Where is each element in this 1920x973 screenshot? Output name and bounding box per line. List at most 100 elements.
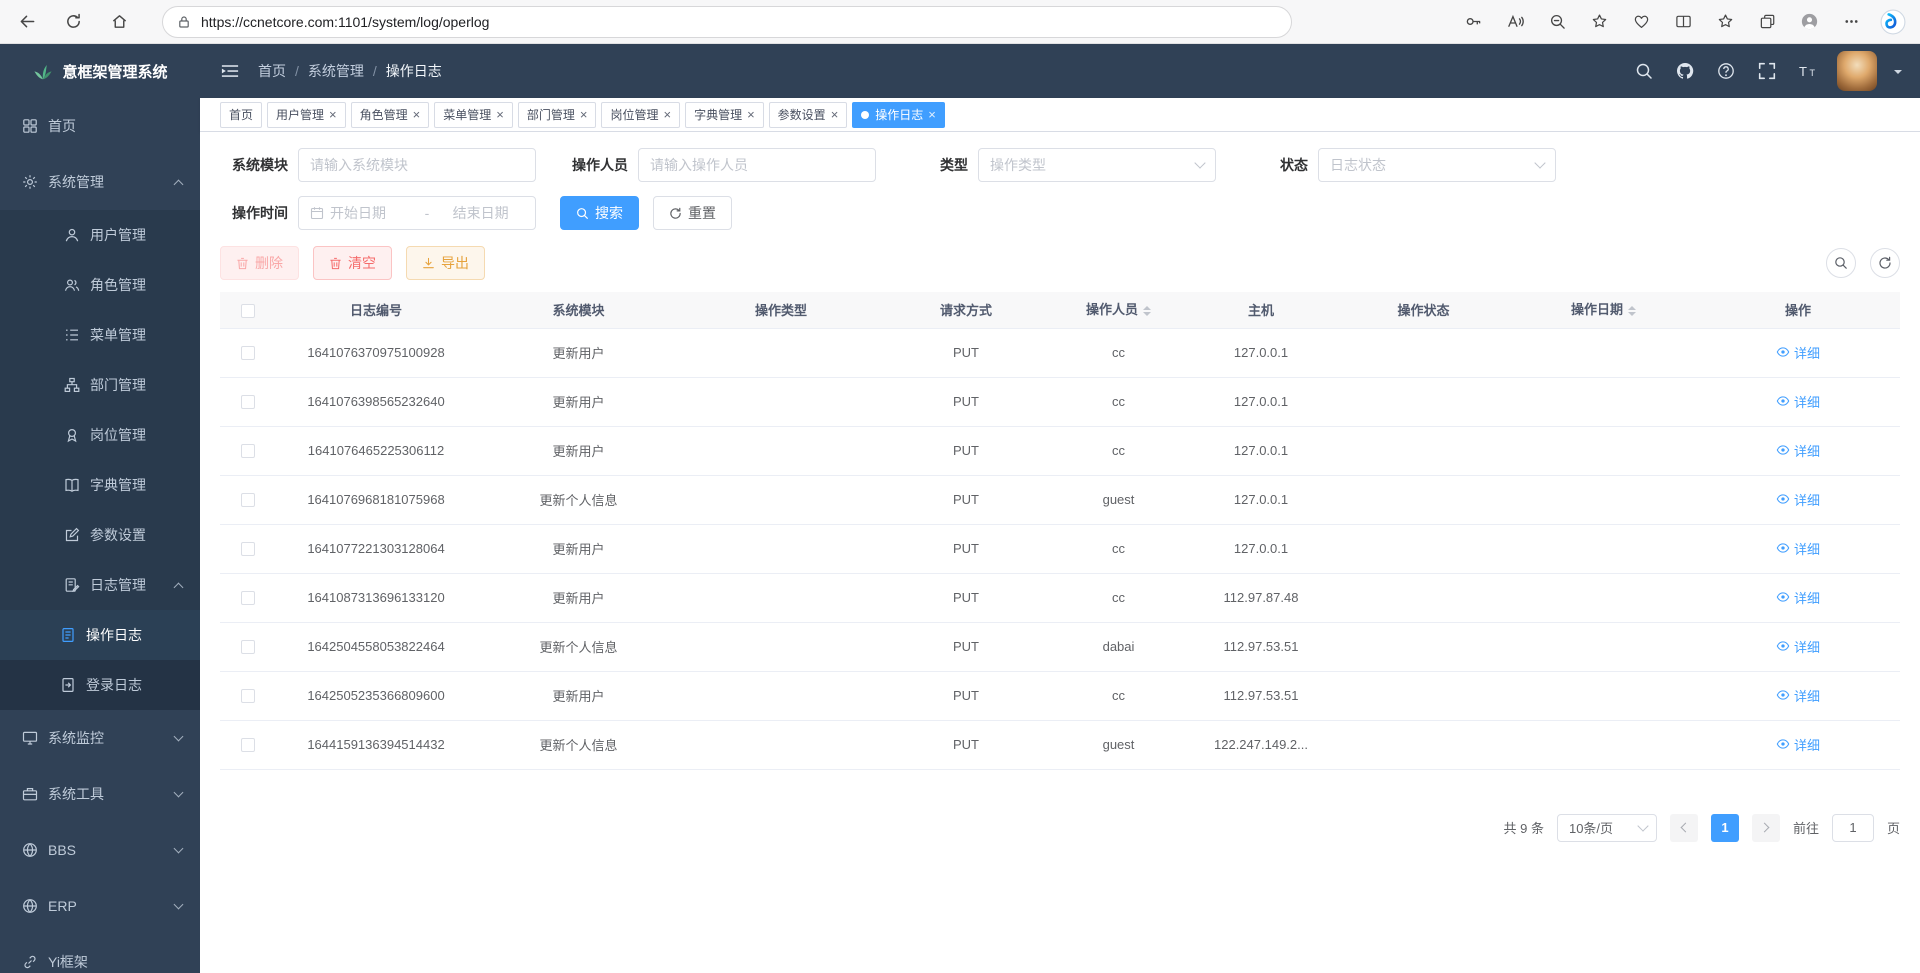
- tab-首页[interactable]: 首页: [220, 102, 262, 128]
- row-checkbox[interactable]: [241, 738, 255, 752]
- date-range-picker[interactable]: 开始日期 - 结束日期: [298, 196, 536, 230]
- browser-profile-icon[interactable]: [1796, 9, 1822, 35]
- sidebar-item-dict[interactable]: 字典管理: [0, 460, 200, 510]
- search-button[interactable]: 搜索: [560, 196, 639, 230]
- sidebar-item-yiframe[interactable]: Yi框架: [0, 934, 200, 973]
- select-all-checkbox[interactable]: [241, 304, 255, 318]
- operator-input[interactable]: [638, 148, 876, 182]
- detail-link[interactable]: 详细: [1776, 539, 1820, 558]
- github-icon[interactable]: [1673, 59, 1697, 83]
- sort-carets-icon[interactable]: [1628, 302, 1636, 320]
- password-key-icon[interactable]: [1460, 9, 1486, 35]
- help-icon[interactable]: [1714, 59, 1738, 83]
- detail-link[interactable]: 详细: [1776, 637, 1820, 656]
- avatar-caret-icon[interactable]: [1894, 70, 1902, 78]
- tab-close-icon[interactable]: ×: [496, 108, 504, 121]
- sidebar-item-user[interactable]: 用户管理: [0, 210, 200, 260]
- row-checkbox[interactable]: [241, 444, 255, 458]
- col-date[interactable]: 操作日期: [1511, 292, 1696, 328]
- reset-button[interactable]: 重置: [653, 196, 732, 230]
- sort-carets-icon[interactable]: [1143, 302, 1151, 320]
- detail-link[interactable]: 详细: [1776, 441, 1820, 460]
- sidebar-item-bbs[interactable]: BBS: [0, 822, 200, 878]
- tab-部门管理[interactable]: 部门管理×: [518, 102, 597, 128]
- split-screen-icon[interactable]: [1670, 9, 1696, 35]
- row-checkbox[interactable]: [241, 542, 255, 556]
- detail-link[interactable]: 详细: [1776, 588, 1820, 607]
- header-search-icon[interactable]: [1632, 59, 1656, 83]
- row-checkbox[interactable]: [241, 493, 255, 507]
- row-checkbox[interactable]: [241, 640, 255, 654]
- browser-menu-icon[interactable]: [1838, 9, 1864, 35]
- browser-home-icon[interactable]: [102, 5, 136, 39]
- favorites-icon[interactable]: [1712, 9, 1738, 35]
- browser-essentials-icon[interactable]: [1628, 9, 1654, 35]
- sidebar-item-loginlog[interactable]: 登录日志: [0, 660, 200, 710]
- sidebar-item-log[interactable]: 日志管理: [0, 560, 200, 610]
- sidebar-item-operlog[interactable]: 操作日志: [0, 610, 200, 660]
- sidebar-item-system[interactable]: 系统管理: [0, 154, 200, 210]
- sidebar-item-erp[interactable]: ERP: [0, 878, 200, 934]
- sidebar-item-dept[interactable]: 部门管理: [0, 360, 200, 410]
- tab-close-icon[interactable]: ×: [831, 108, 839, 121]
- table-refresh-icon[interactable]: [1870, 248, 1900, 278]
- page-size-select[interactable]: 10条/页: [1557, 814, 1657, 842]
- delete-button[interactable]: 删除: [220, 246, 299, 280]
- detail-link[interactable]: 详细: [1776, 735, 1820, 754]
- font-size-icon[interactable]: TT: [1796, 59, 1820, 83]
- tab-岗位管理[interactable]: 岗位管理×: [601, 102, 680, 128]
- tab-close-icon[interactable]: ×: [663, 108, 671, 121]
- sidebar-item-menu[interactable]: 菜单管理: [0, 310, 200, 360]
- page-1-button[interactable]: 1: [1711, 814, 1739, 842]
- detail-link[interactable]: 详细: [1776, 392, 1820, 411]
- add-favorite-icon[interactable]: [1586, 9, 1612, 35]
- breadcrumb-home[interactable]: 首页: [258, 61, 286, 81]
- user-avatar[interactable]: [1837, 51, 1877, 91]
- row-checkbox[interactable]: [241, 591, 255, 605]
- address-bar[interactable]: https://ccnetcore.com:1101/system/log/op…: [162, 6, 1292, 38]
- tab-菜单管理[interactable]: 菜单管理×: [434, 102, 513, 128]
- clear-button[interactable]: 清空: [313, 246, 392, 280]
- sidebar-item-home[interactable]: 首页: [0, 98, 200, 154]
- tab-close-icon[interactable]: ×: [329, 108, 337, 121]
- row-checkbox[interactable]: [241, 395, 255, 409]
- zoom-out-icon[interactable]: [1544, 9, 1570, 35]
- edit-icon: [64, 527, 80, 543]
- copilot-icon[interactable]: [1880, 9, 1906, 35]
- detail-link[interactable]: 详细: [1776, 686, 1820, 705]
- tab-操作日志[interactable]: 操作日志×: [852, 102, 945, 128]
- status-select[interactable]: 日志状态: [1318, 148, 1556, 182]
- detail-link[interactable]: 详细: [1776, 343, 1820, 362]
- fullscreen-icon[interactable]: [1755, 59, 1779, 83]
- tab-close-icon[interactable]: ×: [928, 108, 936, 121]
- sidebar-item-param[interactable]: 参数设置: [0, 510, 200, 560]
- browser-back-icon[interactable]: [10, 5, 44, 39]
- tab-close-icon[interactable]: ×: [747, 108, 755, 121]
- type-select[interactable]: 操作类型: [978, 148, 1216, 182]
- read-aloud-icon[interactable]: [1502, 9, 1528, 35]
- sidebar-toggle-icon[interactable]: [218, 59, 242, 83]
- tab-用户管理[interactable]: 用户管理×: [267, 102, 346, 128]
- tab-参数设置[interactable]: 参数设置×: [769, 102, 848, 128]
- detail-link[interactable]: 详细: [1776, 490, 1820, 509]
- sidebar-item-tools[interactable]: 系统工具: [0, 766, 200, 822]
- col-operator[interactable]: 操作人员: [1051, 292, 1186, 328]
- sidebar-item-role[interactable]: 角色管理: [0, 260, 200, 310]
- row-checkbox[interactable]: [241, 689, 255, 703]
- export-button[interactable]: 导出: [406, 246, 485, 280]
- tab-close-icon[interactable]: ×: [580, 108, 588, 121]
- tab-close-icon[interactable]: ×: [413, 108, 421, 121]
- breadcrumb-system[interactable]: 系统管理: [308, 61, 364, 81]
- toggle-search-icon[interactable]: [1826, 248, 1856, 278]
- next-page-button[interactable]: [1752, 814, 1780, 842]
- prev-page-button[interactable]: [1670, 814, 1698, 842]
- browser-refresh-icon[interactable]: [56, 5, 90, 39]
- row-checkbox[interactable]: [241, 346, 255, 360]
- tab-字典管理[interactable]: 字典管理×: [685, 102, 764, 128]
- sidebar-item-monitor[interactable]: 系统监控: [0, 710, 200, 766]
- collections-icon[interactable]: [1754, 9, 1780, 35]
- sidebar-item-post[interactable]: 岗位管理: [0, 410, 200, 460]
- goto-page-input[interactable]: [1832, 814, 1874, 842]
- tab-角色管理[interactable]: 角色管理×: [351, 102, 430, 128]
- module-input[interactable]: [298, 148, 536, 182]
